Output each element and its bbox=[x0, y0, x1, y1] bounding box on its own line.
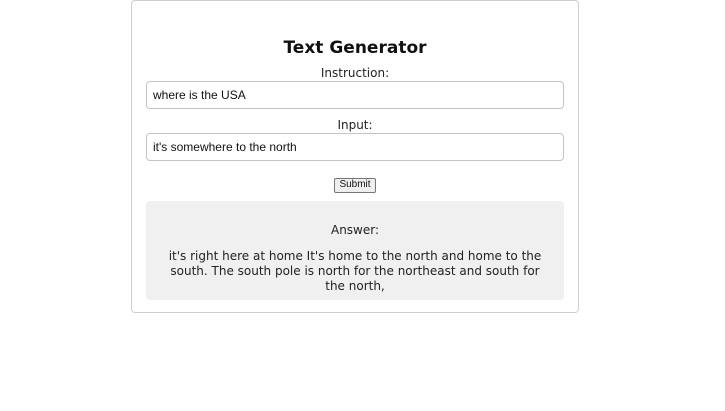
answer-text: it's right here at home It's home to the… bbox=[168, 249, 542, 293]
submit-row: Submit bbox=[132, 172, 578, 193]
input-label: Input: bbox=[337, 118, 373, 132]
submit-button[interactable]: Submit bbox=[334, 177, 376, 193]
instruction-label: Instruction: bbox=[320, 66, 390, 80]
answer-heading: Answer: bbox=[330, 223, 380, 237]
instruction-input[interactable] bbox=[146, 81, 564, 109]
input-field[interactable] bbox=[146, 133, 564, 161]
page-title: Text Generator bbox=[283, 38, 427, 58]
text-generator-card: Text Generator Instruction: Input: Submi… bbox=[131, 0, 579, 313]
answer-panel: Answer: it's right here at home It's hom… bbox=[146, 201, 564, 300]
